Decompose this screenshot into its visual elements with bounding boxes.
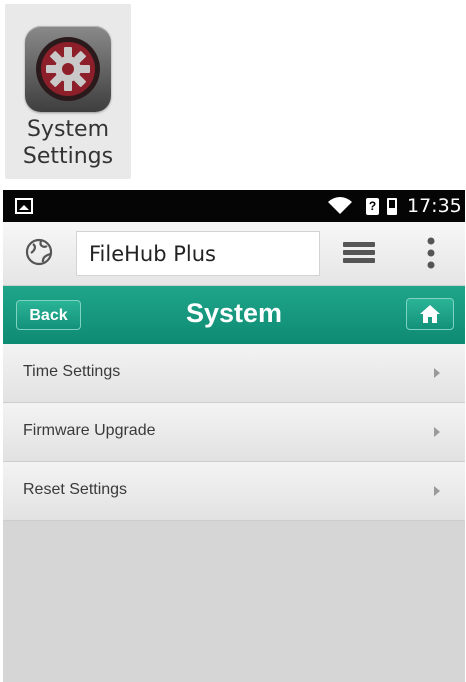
app-label-line1: System	[26, 117, 110, 142]
home-icon	[420, 305, 440, 323]
menu-lines-icon[interactable]	[343, 240, 377, 266]
status-time: 17:35	[407, 195, 462, 217]
page-header: Back System	[3, 286, 465, 344]
app-toolbar: FileHub Plus	[3, 222, 465, 286]
list-item-time-settings[interactable]: Time Settings	[3, 344, 465, 403]
status-bar: ? 17:35	[3, 190, 465, 222]
battery-icon	[387, 198, 397, 215]
app-title-box: FileHub Plus	[76, 231, 320, 276]
sim-icon: ?	[366, 198, 379, 215]
chevron-right-icon	[434, 427, 440, 437]
chevron-right-icon	[434, 368, 440, 378]
app-label: System Settings	[5, 116, 131, 170]
app-label-line2: Settings	[22, 144, 114, 169]
list-item-label: Reset Settings	[23, 481, 128, 498]
list-item-reset-settings[interactable]: Reset Settings	[3, 462, 465, 521]
app-title: FileHub Plus	[89, 242, 216, 266]
phone-screen: ? 17:35 FileHub Plus Back System Time Se…	[3, 190, 465, 682]
image-icon	[15, 198, 33, 214]
gear-icon	[25, 26, 111, 112]
wifi-icon	[328, 197, 352, 214]
home-button[interactable]	[406, 298, 454, 330]
chevron-right-icon	[434, 486, 440, 496]
list-item-firmware-upgrade[interactable]: Firmware Upgrade	[3, 403, 465, 462]
list-item-label: Time Settings	[23, 363, 121, 380]
page-title: System	[185, 298, 283, 328]
list-item-label: Firmware Upgrade	[23, 422, 156, 439]
system-settings-app-tile[interactable]: System Settings	[5, 4, 131, 179]
more-dots-icon[interactable]	[426, 237, 436, 271]
globe-icon[interactable]	[25, 238, 53, 266]
settings-list: Time Settings Firmware Upgrade Reset Set…	[3, 344, 465, 521]
